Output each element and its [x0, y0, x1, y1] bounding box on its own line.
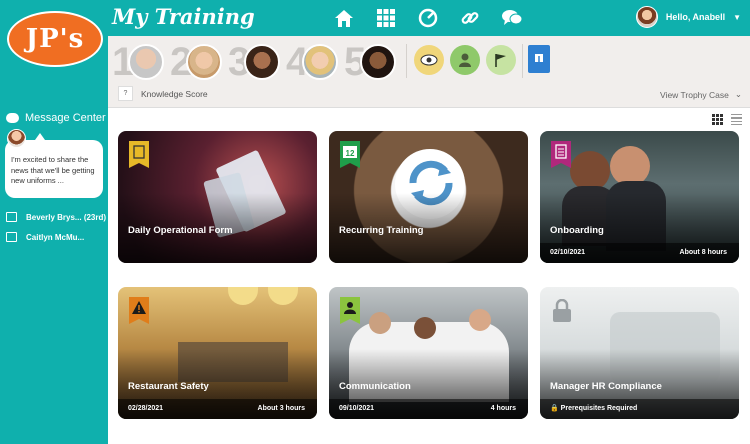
knowledge-score-badge: ? [118, 86, 133, 101]
sidebar: JP's Message Center I'm excited to share… [0, 0, 108, 444]
chevron-down-icon: ⌄ [734, 89, 742, 99]
list-view-icon[interactable] [731, 114, 742, 125]
leader-avatar [128, 44, 164, 80]
checklist-flag-icon [551, 141, 571, 168]
card-title: Recurring Training [339, 225, 424, 236]
warning-flag-icon [129, 297, 149, 324]
prerequisites-text: Prerequisites Required [560, 405, 638, 412]
message-sender-avatar [7, 129, 26, 148]
person-badge-icon[interactable] [450, 45, 480, 75]
card-title: Restaurant Safety [128, 381, 209, 392]
knowledge-score[interactable]: ? Knowledge Score [118, 86, 208, 101]
card-title: Manager HR Compliance [550, 381, 662, 392]
leader-rank[interactable]: 5 [344, 40, 400, 84]
grid-icon[interactable] [375, 7, 397, 29]
celebration-text: Caitlyn McMu... [26, 232, 85, 242]
lamp-illustration [268, 287, 298, 305]
chevron-down-icon: ▼ [733, 12, 741, 22]
message-text: I'm excited to share the news that we'll… [11, 155, 95, 185]
leader-avatar [244, 44, 280, 80]
home-icon[interactable] [333, 7, 355, 29]
calendar-icon [6, 212, 17, 222]
svg-text:12: 12 [346, 149, 355, 158]
divider [406, 44, 407, 78]
card-date: 02/10/2021 [550, 249, 586, 256]
view-toggle [712, 114, 742, 125]
gauge-icon[interactable] [417, 7, 439, 29]
training-card[interactable]: Restaurant Safety 02/28/2021 About 3 hou… [118, 287, 317, 419]
card-title: Onboarding [550, 225, 604, 236]
card-date: 02/28/2021 [128, 405, 164, 412]
gift-icon [6, 232, 17, 242]
lock-icon [553, 299, 571, 322]
user-menu[interactable]: Hello, Anabell ▼ [635, 6, 741, 28]
view-trophy-case[interactable]: View Trophy Case ⌄ [660, 89, 742, 100]
chat-icon[interactable] [501, 7, 523, 29]
divider [522, 44, 523, 78]
leader-rank[interactable]: 3 [228, 40, 284, 84]
link-icon[interactable] [459, 7, 481, 29]
message-bubble-icon [6, 113, 19, 123]
person-illustration [570, 151, 610, 191]
training-card[interactable]: Onboarding 02/10/2021 About 8 hours [540, 131, 739, 263]
chef-face [369, 312, 391, 334]
eye-badge-icon[interactable] [414, 45, 444, 75]
user-avatar [635, 6, 658, 28]
message-center-label: Message Center [25, 112, 106, 124]
leader-rank[interactable]: 1 [112, 40, 168, 84]
leader-avatar [360, 44, 396, 80]
chef-face [469, 309, 491, 331]
leader-avatar [302, 44, 338, 80]
main-nav [333, 7, 523, 29]
calendar-flag-icon: 12 [340, 141, 360, 168]
shield-badge-icon[interactable] [528, 45, 550, 73]
clipboard-flag-icon [129, 141, 149, 168]
message-center-header[interactable]: Message Center [6, 112, 106, 124]
card-lock-note: 🔒 Prerequisites Required [550, 405, 638, 412]
card-duration: About 8 hours [679, 249, 727, 256]
training-card[interactable]: Daily Operational Form [118, 131, 317, 263]
celebration-item[interactable]: Beverly Brys... (23rd) [6, 212, 106, 222]
card-duration: 4 hours [490, 405, 516, 412]
leader-avatar [186, 44, 222, 80]
message-preview[interactable]: I'm excited to share the news that we'll… [5, 133, 103, 198]
grid-view-icon[interactable] [712, 114, 723, 125]
company-logo[interactable]: JP's [7, 11, 103, 67]
person-flag-icon [340, 297, 360, 324]
card-title: Daily Operational Form [128, 225, 233, 236]
card-title: Communication [339, 381, 411, 392]
logo-text: JP's [25, 24, 85, 54]
trophy-label: View Trophy Case [660, 89, 729, 100]
celebration-text: Beverly Brys... (23rd) [26, 212, 107, 222]
page-title: My Training [112, 4, 255, 29]
training-card-locked[interactable]: Manager HR Compliance 🔒 Prerequisites Re… [540, 287, 739, 419]
lamp-illustration [228, 287, 258, 305]
knowledge-score-label: Knowledge Score [141, 88, 208, 99]
training-card[interactable]: Communication 09/10/2021 4 hours [329, 287, 528, 419]
leader-rank[interactable]: 2 [170, 40, 226, 84]
user-greeting: Hello, Anabell [665, 12, 726, 22]
celebration-item[interactable]: Caitlyn McMu... [6, 232, 84, 242]
chef-face [414, 317, 436, 339]
top-bar: My Training Hello, Anabell ▼ [108, 0, 750, 36]
person-illustration [610, 146, 650, 186]
leader-rank[interactable]: 4 [286, 40, 342, 84]
leaderboard: 1 2 3 4 5 ? Knowledge Score View Trophy … [108, 36, 750, 108]
card-duration: About 3 hours [257, 405, 305, 412]
flag-badge-icon[interactable] [486, 45, 516, 75]
training-card[interactable]: 12 Recurring Training [329, 131, 528, 263]
card-date: 09/10/2021 [339, 405, 375, 412]
